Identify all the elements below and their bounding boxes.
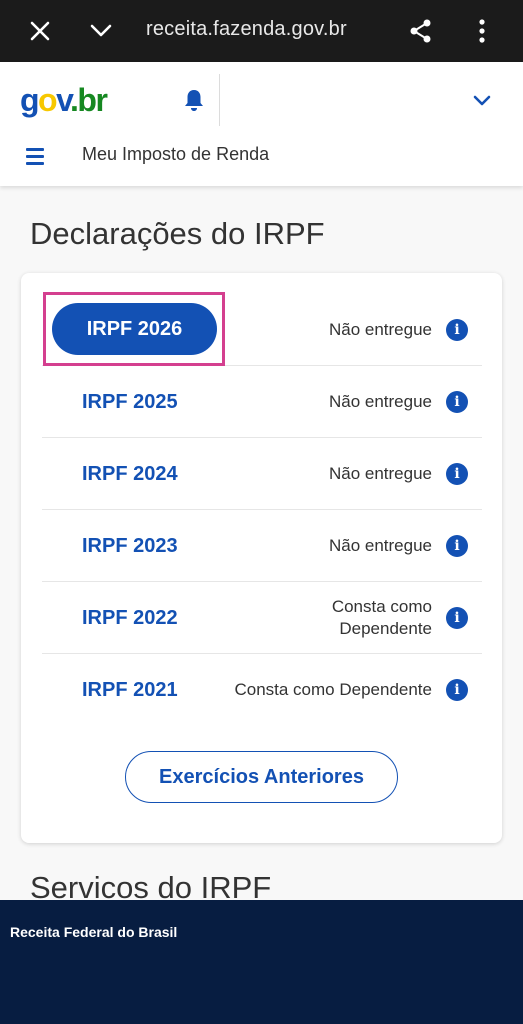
close-icon[interactable] bbox=[22, 13, 58, 49]
declaration-row: IRPF 2024 Não entregue i bbox=[42, 438, 482, 510]
footer-text: Receita Federal do Brasil bbox=[10, 924, 178, 940]
chevron-down-icon[interactable] bbox=[83, 13, 119, 49]
page-title: Declarações do IRPF bbox=[30, 216, 325, 251]
declaration-year-link[interactable]: IRPF 2024 bbox=[82, 438, 178, 510]
declaration-year-link[interactable]: IRPF 2023 bbox=[82, 510, 178, 582]
declaration-status: Não entregue bbox=[328, 320, 432, 339]
info-icon[interactable]: i bbox=[446, 463, 468, 485]
header-divider bbox=[219, 74, 220, 126]
declaration-row: IRPF 2025 Não entregue i bbox=[42, 366, 482, 438]
previous-exercises-button[interactable]: Exercícios Anteriores bbox=[125, 751, 398, 803]
info-icon[interactable]: i bbox=[446, 535, 468, 557]
govbr-logo[interactable]: gov.br bbox=[20, 82, 108, 118]
declaration-year-button-selected[interactable]: IRPF 2026 bbox=[52, 303, 217, 355]
bell-icon[interactable] bbox=[180, 86, 208, 114]
browser-toolbar: receita.fazenda.gov.br bbox=[0, 0, 523, 62]
declaration-status: Consta como Dependente bbox=[331, 597, 432, 638]
breadcrumb: Meu Imposto de Renda bbox=[82, 144, 270, 164]
declaration-status: Não entregue bbox=[328, 464, 432, 483]
info-icon[interactable]: i bbox=[446, 607, 468, 629]
declaration-row: IRPF 2021 Consta como Dependente i bbox=[42, 654, 482, 726]
site-footer: Receita Federal do Brasil bbox=[0, 900, 523, 1024]
declaration-row: IRPF 2023 Não entregue i bbox=[42, 510, 482, 582]
declaration-row: IRPF 2022 Consta como Dependente i bbox=[42, 582, 482, 654]
hamburger-menu-icon[interactable] bbox=[26, 142, 54, 170]
chevron-down-icon[interactable] bbox=[468, 86, 496, 114]
site-header: gov.br Meu Imposto de Renda bbox=[0, 62, 523, 186]
declaration-year-link[interactable]: IRPF 2025 bbox=[82, 366, 178, 438]
declaration-year-link[interactable]: IRPF 2022 bbox=[82, 582, 178, 654]
more-vert-icon[interactable] bbox=[464, 13, 500, 49]
declaration-year-link[interactable]: IRPF 2021 bbox=[82, 654, 178, 726]
info-icon[interactable]: i bbox=[446, 391, 468, 413]
declaration-status: Consta como Dependente bbox=[234, 680, 432, 699]
url-bar[interactable]: receita.fazenda.gov.br bbox=[146, 14, 347, 44]
declaration-status: Não entregue bbox=[328, 392, 432, 411]
share-icon[interactable] bbox=[403, 13, 439, 49]
declaration-status: Não entregue bbox=[328, 536, 432, 555]
info-icon[interactable]: i bbox=[446, 319, 468, 341]
info-icon[interactable]: i bbox=[446, 679, 468, 701]
